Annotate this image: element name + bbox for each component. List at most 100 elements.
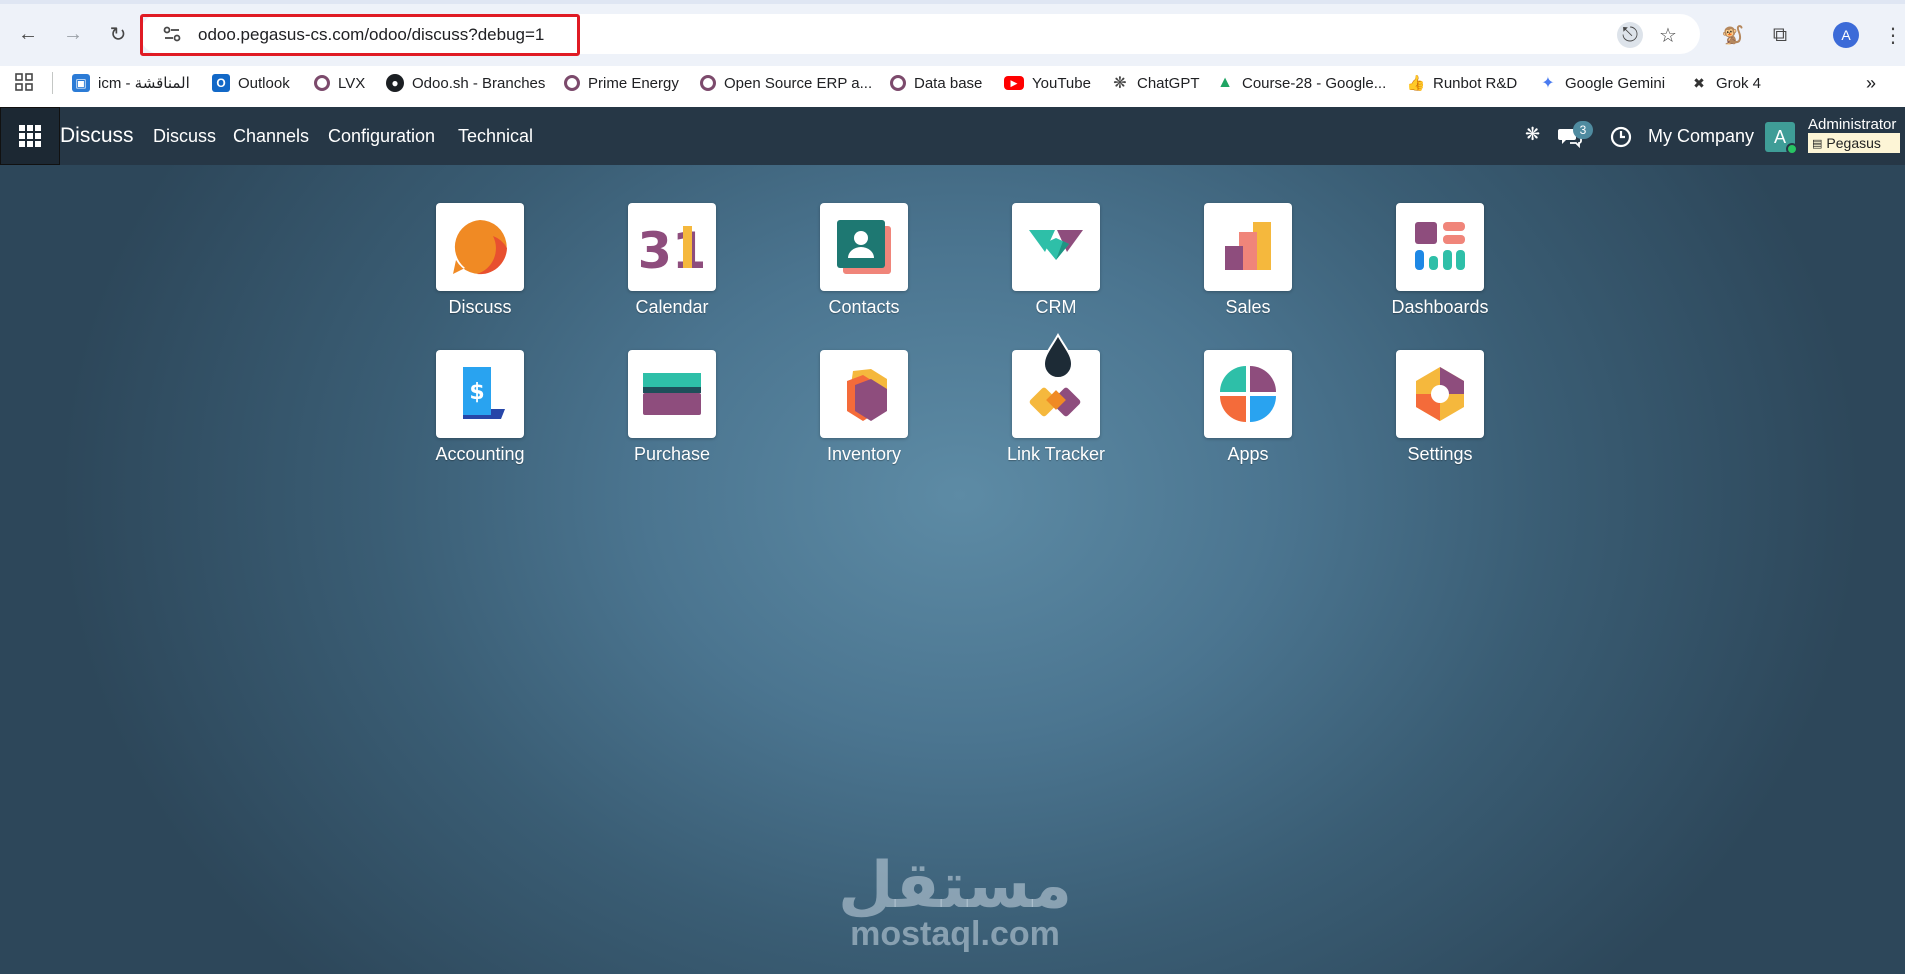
bookmark-star-icon[interactable]: ☆ <box>1655 22 1681 48</box>
activity-clock-icon[interactable] <box>1610 126 1632 148</box>
bookmark-course-28[interactable]: ▲ Course-28 - Google... <box>1216 72 1386 94</box>
bookmark-chatgpt[interactable]: ❋ ChatGPT <box>1111 72 1200 94</box>
extensions-puzzle-icon[interactable]: ⧉ <box>1767 22 1793 48</box>
watermark-arabic: مستقل <box>837 849 1073 923</box>
bookmark-label: Odoo.sh - Branches <box>412 74 546 92</box>
purchase-card-icon <box>643 373 701 415</box>
more-bookmarks-icon[interactable]: » <box>1866 72 1876 94</box>
menu-discuss[interactable]: Discuss <box>153 126 216 147</box>
app-label: Apps <box>1227 444 1269 464</box>
discuss-icon <box>453 220 507 275</box>
bookmark-gemini[interactable]: ✦ Google Gemini <box>1539 72 1665 94</box>
profile-avatar[interactable]: A <box>1833 22 1859 48</box>
thumbs-up-icon: 👍 <box>1406 75 1426 92</box>
bookmark-label: icm - المناقشة <box>98 75 190 92</box>
odoo-ring-icon <box>890 75 906 91</box>
gemini-icon: ✦ <box>1541 75 1555 92</box>
bookmark-youtube[interactable]: ▶ YouTube <box>1004 72 1091 94</box>
drop-cursor-icon <box>1042 333 1074 379</box>
app-crm[interactable]: CRM <box>996 203 1116 318</box>
browser-menu-icon[interactable]: ⋮ <box>1880 22 1905 48</box>
watermark-latin: mostaql.com <box>850 915 1060 953</box>
app-label: Contacts <box>828 297 900 317</box>
back-arrow-icon[interactable]: ← <box>14 20 42 48</box>
debug-bug-icon[interactable]: ❋ <box>1525 124 1540 145</box>
app-contacts[interactable]: Contacts <box>804 203 924 318</box>
app-settings[interactable]: Settings <box>1380 350 1500 465</box>
app-label: Dashboards <box>1391 297 1489 317</box>
bookmark-label: Course-28 - Google... <box>1242 74 1387 92</box>
app-label: Discuss <box>448 297 512 317</box>
tab-strip <box>0 0 1905 4</box>
app-apps[interactable]: Apps <box>1188 350 1308 465</box>
bookmark-open-source-erp[interactable]: Open Source ERP a... <box>700 72 872 94</box>
app-discuss[interactable]: Discuss <box>420 203 540 318</box>
dollar-glyph: $ <box>469 380 484 405</box>
app-sales[interactable]: Sales <box>1188 203 1308 318</box>
sales-chart-icon <box>1225 222 1271 270</box>
odoo-ring-icon <box>564 75 580 91</box>
menu-technical[interactable]: Technical <box>458 126 533 147</box>
app-label: Sales <box>1225 297 1271 317</box>
app-switcher-button[interactable] <box>0 107 60 165</box>
app-label: Calendar <box>635 297 709 317</box>
app-icon-box <box>1204 203 1292 291</box>
bookmark-outlook[interactable]: O Outlook <box>212 72 290 94</box>
odoo-navbar: Discuss Discuss Channels Configuration T… <box>0 107 1905 165</box>
navbar-brand[interactable]: Discuss <box>60 124 134 148</box>
apps-store-icon <box>1220 366 1276 422</box>
bookmark-label: ChatGPT <box>1137 74 1200 92</box>
app-icon-box <box>436 203 524 291</box>
outlook-icon: O <box>212 74 230 92</box>
bookmark-prime-energy[interactable]: Prime Energy <box>564 72 679 94</box>
menu-configuration[interactable]: Configuration <box>328 126 435 147</box>
bookmark-grok[interactable]: ✖ Grok 4 <box>1690 72 1761 94</box>
dashboards-icon <box>1415 222 1465 270</box>
accounting-invoice-icon: $ <box>463 367 505 419</box>
google-drive-icon: ▲ <box>1217 74 1233 91</box>
bookmark-label: Data base <box>914 74 983 92</box>
grok-icon: ✖ <box>1693 74 1705 91</box>
bookmark-lvx[interactable]: LVX <box>314 72 365 94</box>
reload-icon[interactable]: ↻ <box>104 20 132 48</box>
online-status-dot <box>1786 143 1798 155</box>
app-label: Link Tracker <box>1006 444 1106 464</box>
bookmark-label: Prime Energy <box>588 74 679 92</box>
app-inventory[interactable]: Inventory <box>804 350 924 465</box>
forward-arrow-icon[interactable]: → <box>59 20 87 48</box>
app-accounting[interactable]: $ Accounting <box>420 350 540 465</box>
database-icon: ▤ <box>1812 137 1823 150</box>
apps-grid-icon[interactable] <box>14 72 34 92</box>
extension-monkey-icon[interactable]: 🐒 <box>1720 22 1746 48</box>
bookmark-odoo-sh[interactable]: ● Odoo.sh - Branches <box>386 72 545 94</box>
database-tag: ▤ Pegasus <box>1808 133 1900 153</box>
icm-icon: ▣ <box>72 74 90 92</box>
company-switcher[interactable]: My Company <box>1648 126 1754 147</box>
bookmark-icm[interactable]: ▣ icm - المناقشة <box>72 72 190 94</box>
calendar-number: 31 <box>641 222 703 278</box>
app-icon-box <box>1396 350 1484 438</box>
app-purchase[interactable]: Purchase <box>612 350 732 465</box>
app-icon-box: 31 <box>628 203 716 291</box>
mostaql-watermark: مستقل mostaql.com <box>830 849 1080 953</box>
app-label: Purchase <box>633 444 711 464</box>
grid-icon <box>19 125 41 147</box>
install-app-icon[interactable]: ⎋ <box>1617 22 1643 48</box>
menu-channels[interactable]: Channels <box>233 126 309 147</box>
bookmark-label: Google Gemini <box>1565 74 1666 92</box>
calendar-icon: 31 <box>641 222 703 278</box>
bookmark-label: Runbot R&D <box>1433 74 1518 92</box>
bookmark-label: YouTube <box>1032 74 1091 92</box>
app-label: CRM <box>1035 297 1077 317</box>
user-name[interactable]: Administrator <box>1808 116 1896 133</box>
app-icon-box <box>628 350 716 438</box>
app-calendar[interactable]: 31 Calendar <box>612 203 732 318</box>
bookmark-database[interactable]: Data base <box>890 72 982 94</box>
chatgpt-icon: ❋ <box>1113 75 1127 92</box>
url-highlight-box <box>140 14 580 56</box>
odoo-ring-icon <box>700 75 716 91</box>
app-icon-box <box>820 203 908 291</box>
bookmark-runbot[interactable]: 👍 Runbot R&D <box>1406 72 1518 94</box>
app-label: Accounting <box>435 444 525 464</box>
app-dashboards[interactable]: Dashboards <box>1380 203 1500 318</box>
